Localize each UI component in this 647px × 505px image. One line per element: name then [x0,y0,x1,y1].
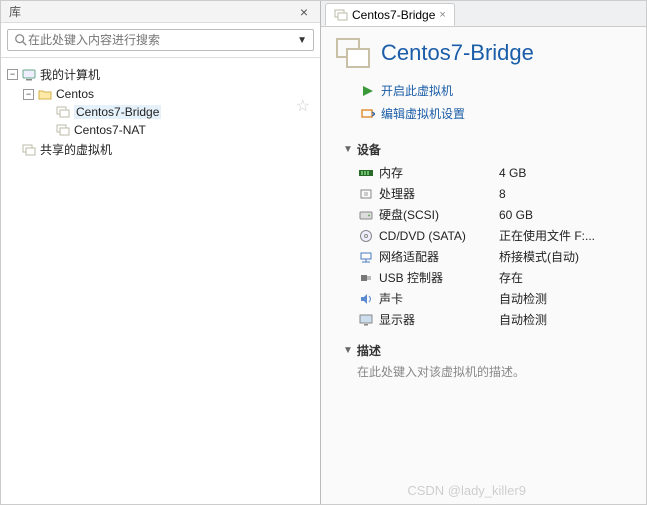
device-row-cddvd[interactable]: CD/DVD (SATA) 正在使用文件 F:... [343,225,632,246]
cpu-icon [357,188,375,200]
tree-node-vm-nat[interactable]: Centos7-NAT [5,121,316,139]
vm-detail-panel: Centos7-Bridge × Centos7-Bridge 开启此虚拟机 编… [321,1,646,504]
vm-icon [56,106,70,118]
devices-section: ▼ 设备 内存 4 GB 处理器 8 硬盘(SCSI) 60 GB CD/DVD… [321,135,646,336]
vm-icon [334,9,348,21]
search-icon [14,33,28,47]
device-row-sound[interactable]: 声卡 自动检测 [343,288,632,309]
close-icon[interactable]: × [296,4,312,20]
vm-large-icon [335,37,371,69]
search-row: ▼ [1,23,320,58]
favorite-star-icon[interactable]: ☆ [296,96,310,116]
cd-icon [357,229,375,243]
vm-actions: 开启此虚拟机 编辑虚拟机设置 [321,75,646,135]
device-table: 内存 4 GB 处理器 8 硬盘(SCSI) 60 GB CD/DVD (SAT… [343,162,632,330]
tab-label: Centos7-Bridge [352,8,435,22]
chevron-down-icon[interactable]: ▼ [297,35,307,46]
tree-label: Centos7-NAT [74,123,146,137]
sound-icon [357,293,375,305]
tree-node-shared[interactable]: 共享的虚拟机 [5,139,316,160]
device-row-cpu[interactable]: 处理器 8 [343,183,632,204]
section-title: 描述 [357,342,381,359]
tab-close-icon[interactable]: × [439,9,445,21]
search-box[interactable]: ▼ [7,29,314,51]
memory-icon [357,168,375,178]
wrench-icon [361,107,375,121]
collapse-icon[interactable]: − [7,69,18,80]
tree-node-my-computer[interactable]: − 我的计算机 [5,64,316,85]
section-title: 设备 [357,141,381,158]
display-icon [357,314,375,326]
device-row-memory[interactable]: 内存 4 GB [343,162,632,183]
vm-title: Centos7-Bridge [381,40,534,66]
shared-vm-icon [22,144,36,156]
collapse-icon[interactable]: − [23,89,34,100]
device-row-disk[interactable]: 硬盘(SCSI) 60 GB [343,204,632,225]
computer-icon [22,69,36,81]
action-label: 开启此虚拟机 [381,82,453,99]
device-row-network[interactable]: 网络适配器 桥接模式(自动) [343,246,632,267]
description-placeholder[interactable]: 在此处键入对该虚拟机的描述。 [343,363,632,380]
action-power-on[interactable]: 开启此虚拟机 [361,79,632,102]
description-section: ▼ 描述 在此处键入对该虚拟机的描述。 [321,336,646,386]
triangle-down-icon: ▼ [343,345,353,356]
device-row-usb[interactable]: USB 控制器 存在 [343,267,632,288]
vm-title-row: Centos7-Bridge [321,27,646,75]
library-title: 库 [9,3,21,20]
action-label: 编辑虚拟机设置 [381,105,465,122]
vm-icon [56,124,70,136]
tab-vm[interactable]: Centos7-Bridge × [325,3,455,26]
library-panel: 库 × ▼ ☆ − 我的计算机 − Centos [1,1,321,504]
tree-label: Centos [56,87,94,101]
tree-label: 共享的虚拟机 [40,141,112,158]
action-edit-settings[interactable]: 编辑虚拟机设置 [361,102,632,125]
tree-label: Centos7-Bridge [74,105,161,119]
library-tree: ☆ − 我的计算机 − Centos Centos7-Bridge [1,58,320,504]
device-row-display[interactable]: 显示器 自动检测 [343,309,632,330]
disk-icon [357,209,375,221]
tab-bar: Centos7-Bridge × [321,1,646,27]
watermark: CSDN @lady_killer9 [407,483,526,498]
play-icon [361,84,375,98]
usb-icon [357,272,375,284]
triangle-down-icon: ▼ [343,144,353,155]
description-header[interactable]: ▼ 描述 [343,342,632,363]
search-input[interactable] [28,33,297,47]
folder-icon [38,88,52,100]
devices-header[interactable]: ▼ 设备 [343,141,632,162]
network-icon [357,251,375,263]
tree-node-folder[interactable]: − Centos [5,85,316,103]
library-header: 库 × [1,1,320,23]
tree-node-vm-bridge[interactable]: Centos7-Bridge [5,103,316,121]
tree-label: 我的计算机 [40,66,100,83]
